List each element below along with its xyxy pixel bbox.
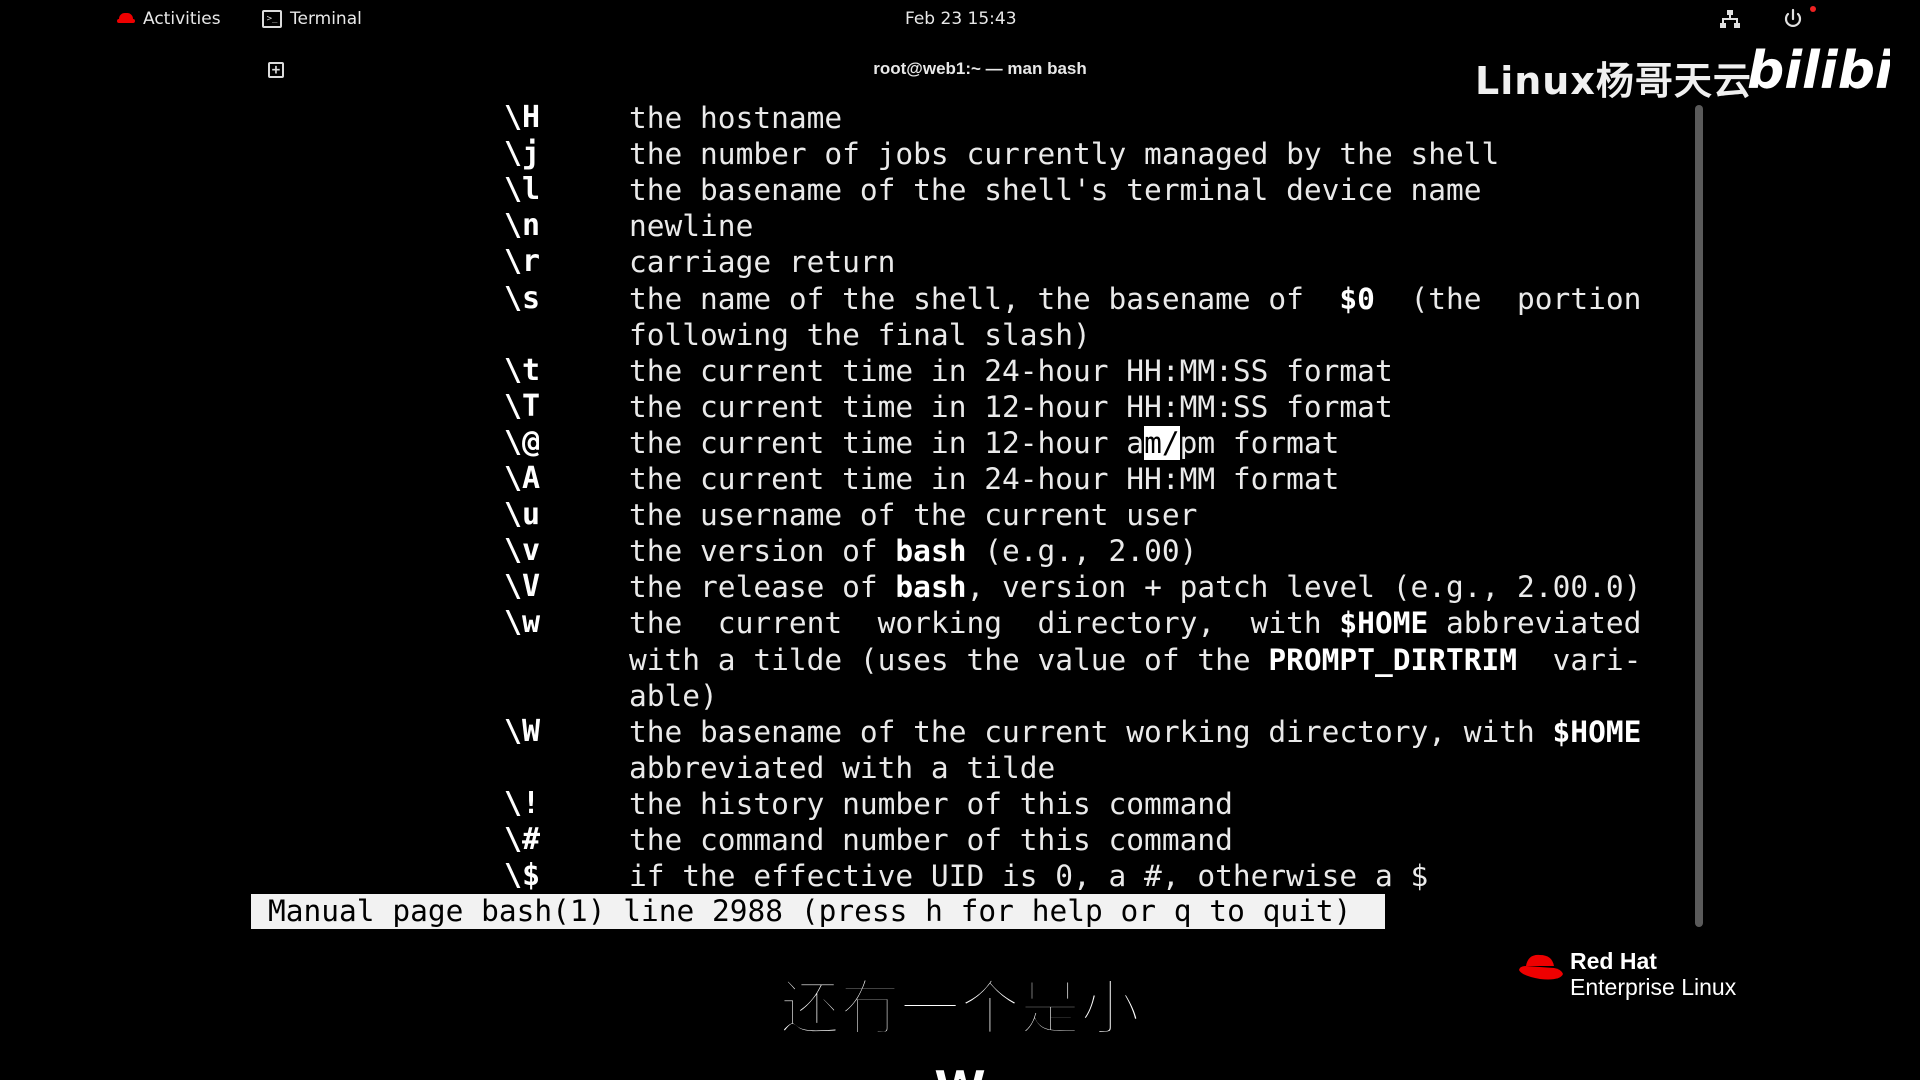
escape-sequence: \n xyxy=(504,208,541,243)
desc-text: (the portion xyxy=(1374,282,1642,316)
redhat-hat-icon xyxy=(1519,954,1563,980)
brand-line1: Red Hat xyxy=(1570,948,1657,974)
escape-description: carriage return xyxy=(629,245,896,279)
escape-description: the current time in 24-hour HH:MM:SS for… xyxy=(629,354,1393,388)
escape-description: with a tilde (uses the value of the PROM… xyxy=(629,642,1659,678)
escape-description: the hostname xyxy=(629,101,843,135)
activities-label: Activities xyxy=(143,9,221,29)
redhat-icon xyxy=(117,13,135,25)
escape-sequence: \u xyxy=(504,497,541,532)
escape-description: able) xyxy=(629,679,718,713)
bilibili-logo: bilibili xyxy=(1747,41,1890,101)
man-status-line: Manual page bash(1) line 2988 (press h f… xyxy=(251,894,1385,929)
escape-sequence: \t xyxy=(504,353,541,388)
desc-text: pm format xyxy=(1179,426,1340,460)
escape-description: the current time in 12-hour am/pm format xyxy=(629,425,1659,461)
escape-description: if the effective UID is 0, a #, otherwis… xyxy=(629,859,1429,893)
escape-sequence: \T xyxy=(504,389,541,424)
escape-sequence: \r xyxy=(504,244,541,279)
escape-sequence: \V xyxy=(504,569,541,604)
escape-description: the username of the current user xyxy=(629,498,1198,532)
desc-bold-text: PROMPT_DIRTRIM xyxy=(1268,643,1518,677)
escape-description: newline xyxy=(629,209,754,243)
escape-description: the release of bash, version + patch lev… xyxy=(629,569,1659,605)
desc-text: the release of xyxy=(629,570,896,604)
network-icon[interactable] xyxy=(1720,10,1740,28)
escape-sequence: \# xyxy=(504,822,541,857)
gnome-top-bar: Activities >_ Terminal Feb 23 15:43 xyxy=(0,0,1920,38)
escape-description: the basename of the current working dire… xyxy=(629,714,1659,750)
escape-description: the current time in 24-hour HH:MM format xyxy=(629,462,1340,496)
escape-description: the basename of the shell's terminal dev… xyxy=(629,173,1482,207)
app-label: Terminal xyxy=(290,9,362,29)
escape-sequence: \$ xyxy=(504,858,541,893)
escape-sequence: \w xyxy=(504,605,541,640)
escape-description: the history number of this command xyxy=(629,787,1233,821)
escape-description: the current working directory, with $HOM… xyxy=(629,605,1659,641)
desc-text: abbreviated xyxy=(1428,606,1642,640)
desc-text: with a tilde (uses the value of the xyxy=(629,643,1269,677)
escape-sequence: \l xyxy=(504,172,541,207)
escape-description: the name of the shell, the basename of $… xyxy=(629,281,1659,317)
desc-text: the current time in 12-hour a xyxy=(629,426,1145,460)
escape-description: the number of jobs currently managed by … xyxy=(629,137,1500,171)
terminal-icon: >_ xyxy=(262,10,282,28)
escape-description: the command number of this command xyxy=(629,823,1233,857)
desc-bold-text: $HOME xyxy=(1339,606,1429,640)
video-subtitle: 还有一个是小w xyxy=(779,973,1141,1080)
escape-sequence: \A xyxy=(504,461,541,496)
redhat-brand-logo: Red Hat Enterprise Linux xyxy=(1518,946,1758,1006)
desc-bold-text: bash xyxy=(895,570,967,604)
escape-description: the current time in 12-hour HH:MM:SS for… xyxy=(629,390,1393,424)
selection-highlight: m/ xyxy=(1144,426,1180,460)
desc-bold-text: bash xyxy=(895,534,967,568)
escape-description: the version of bash (e.g., 2.00) xyxy=(629,533,1659,569)
app-menu-terminal[interactable]: >_ Terminal xyxy=(262,9,362,29)
clock[interactable]: Feb 23 15:43 xyxy=(905,9,1017,29)
escape-sequence: \! xyxy=(504,786,541,821)
notification-dot xyxy=(1810,6,1816,12)
desc-text: the name of the shell, the basename of xyxy=(629,282,1340,316)
desc-text: the basename of the current working dire… xyxy=(629,715,1553,749)
desc-text: the current working directory, with xyxy=(629,606,1340,640)
escape-description: abbreviated with a tilde xyxy=(629,751,1056,785)
bilibili-logo-text: bilibili xyxy=(1747,41,1890,101)
desc-text: the version of xyxy=(629,534,896,568)
channel-watermark: Linux杨哥天云 xyxy=(1475,59,1752,103)
escape-sequence: \@ xyxy=(504,425,541,460)
desc-bold-text: $HOME xyxy=(1552,715,1642,749)
escape-sequence: \j xyxy=(504,136,541,171)
desc-text: (e.g., 2.00) xyxy=(966,534,1198,568)
desc-text: vari- xyxy=(1517,643,1642,677)
escape-sequence: \H xyxy=(504,100,541,135)
brand-line2: Enterprise Linux xyxy=(1570,974,1737,1000)
window-title: root@web1:~ — man bash xyxy=(873,59,1087,78)
terminal-scrollbar[interactable] xyxy=(1695,105,1703,927)
escape-sequence: \W xyxy=(504,714,541,749)
activities-button[interactable]: Activities xyxy=(117,9,221,29)
desc-bold-text: $0 xyxy=(1339,282,1375,316)
escape-sequence: \v xyxy=(504,533,541,568)
new-tab-icon[interactable]: + xyxy=(268,62,284,78)
power-icon[interactable] xyxy=(1782,8,1804,30)
escape-description: following the final slash) xyxy=(629,318,1091,352)
escape-sequence: \s xyxy=(504,281,541,316)
desc-text: , version + patch level (e.g., 2.00.0) xyxy=(966,570,1642,604)
desktop-screen: Activities >_ Terminal Feb 23 15:43 + ro… xyxy=(0,0,1920,1080)
